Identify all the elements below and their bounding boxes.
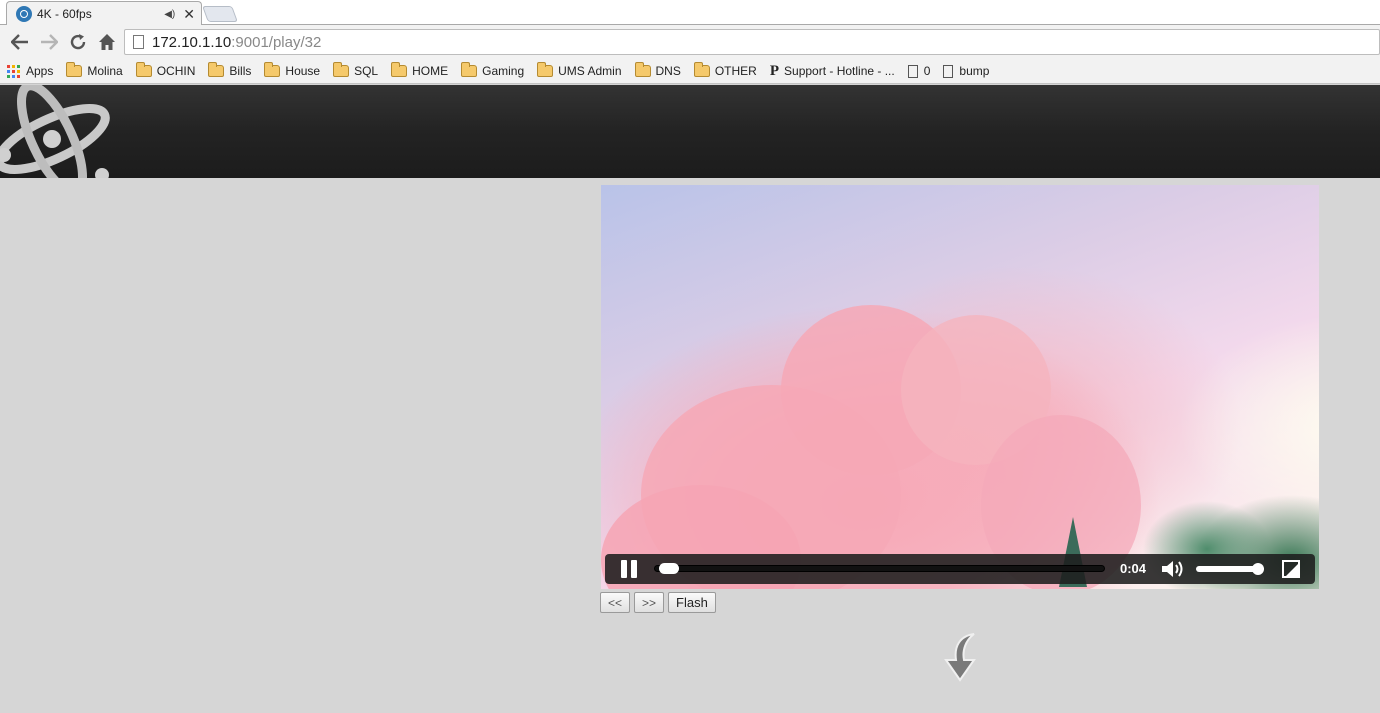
- back-arrow-icon[interactable]: [6, 28, 34, 56]
- bookmark-0[interactable]: 0: [907, 64, 931, 78]
- flash-button[interactable]: Flash: [668, 592, 716, 613]
- pause-icon[interactable]: [621, 560, 637, 578]
- folder-icon: [208, 62, 225, 77]
- browser-tab[interactable]: 4K - 60fps ◀) ✕: [6, 1, 202, 26]
- bookmark-folder-bills[interactable]: Bills: [208, 62, 252, 78]
- seek-bar[interactable]: [654, 563, 1105, 574]
- bookmark-folder-home[interactable]: HOME: [391, 62, 449, 78]
- next-button[interactable]: >>: [634, 592, 665, 613]
- url-host: 172.10.1.10: [152, 33, 232, 51]
- seek-knob[interactable]: [659, 563, 680, 574]
- current-time: 0:04: [1120, 561, 1147, 576]
- curved-down-arrow-icon: [944, 633, 976, 682]
- page-icon: [907, 64, 918, 78]
- folder-icon: [391, 62, 408, 77]
- bookmark-label: HOME: [412, 64, 449, 78]
- folder-icon: [135, 62, 152, 77]
- bookmark-label: Bills: [229, 64, 252, 78]
- browser-toolbar: 172.10.1.10:9001/play/32: [0, 25, 1380, 59]
- bookmark-label: Gaming: [482, 64, 525, 78]
- bookmark-label: OTHER: [714, 64, 757, 78]
- address-bar[interactable]: 172.10.1.10:9001/play/32: [124, 29, 1380, 55]
- bookmark-folder-ums-admin[interactable]: UMS Admin: [537, 62, 622, 78]
- bookmark-label: DNS: [655, 64, 681, 78]
- p-logo-icon: P: [769, 62, 780, 79]
- new-tab-button[interactable]: [202, 6, 238, 22]
- bookmark-folder-dns[interactable]: DNS: [634, 62, 681, 78]
- tab-strip: 4K - 60fps ◀) ✕: [0, 0, 1380, 26]
- bookmark-label: Molina: [87, 64, 123, 78]
- url-path: :9001/play/32: [231, 33, 322, 51]
- speaker-icon[interactable]: ◀): [164, 9, 175, 20]
- bookmark-label: 0: [923, 64, 931, 78]
- volume-slider[interactable]: [1196, 563, 1264, 575]
- bookmark-label: Apps: [26, 64, 54, 78]
- ums-favicon-icon: [16, 6, 32, 22]
- bookmark-label: bump: [959, 64, 990, 78]
- folder-icon: [537, 62, 554, 77]
- player-button-row: << >> Flash: [600, 592, 720, 613]
- close-icon[interactable]: ✕: [183, 7, 195, 21]
- bookmark-bump[interactable]: bump: [943, 64, 989, 78]
- folder-icon: [66, 62, 83, 77]
- bookmarks-bar: Apps Molina OCHIN Bills House SQL HOME G…: [0, 59, 1380, 84]
- folder-icon: [264, 62, 281, 77]
- bookmark-folder-house[interactable]: House: [264, 62, 321, 78]
- bookmark-label: House: [285, 64, 321, 78]
- bookmark-folder-molina[interactable]: Molina: [66, 62, 123, 78]
- volume-icon[interactable]: [1161, 559, 1187, 579]
- bookmark-apps[interactable]: Apps: [7, 64, 53, 78]
- bookmark-label: SQL: [354, 64, 379, 78]
- bookmark-label: Support - Hotline - ...: [784, 64, 895, 78]
- reload-icon[interactable]: [64, 28, 92, 56]
- previous-button[interactable]: <<: [600, 592, 631, 613]
- home-icon[interactable]: [93, 28, 121, 56]
- folder-icon: [333, 62, 350, 77]
- fullscreen-icon[interactable]: [1282, 560, 1300, 578]
- apps-grid-icon: [7, 64, 20, 78]
- page-icon: [133, 35, 144, 49]
- bookmark-folder-gaming[interactable]: Gaming: [461, 62, 525, 78]
- folder-icon: [461, 62, 478, 77]
- bookmark-folder-sql[interactable]: SQL: [333, 62, 379, 78]
- bookmark-label: OCHIN: [156, 64, 196, 78]
- bookmark-support-hotline[interactable]: P Support - Hotline - ...: [770, 63, 895, 80]
- video-controls: 0:04: [605, 554, 1315, 584]
- bookmark-folder-other[interactable]: OTHER: [693, 62, 757, 78]
- video-player[interactable]: [601, 185, 1319, 589]
- folder-icon: [693, 62, 710, 77]
- forward-arrow-icon[interactable]: [35, 28, 63, 56]
- site-header: [0, 85, 1380, 178]
- tab-title: 4K - 60fps: [37, 7, 92, 21]
- folder-icon: [634, 62, 651, 77]
- volume-knob[interactable]: [1252, 563, 1264, 575]
- bookmark-folder-ochin[interactable]: OCHIN: [135, 62, 196, 78]
- page-icon: [943, 64, 954, 78]
- ums-logo-icon[interactable]: [0, 85, 122, 178]
- bookmark-label: UMS Admin: [558, 64, 622, 78]
